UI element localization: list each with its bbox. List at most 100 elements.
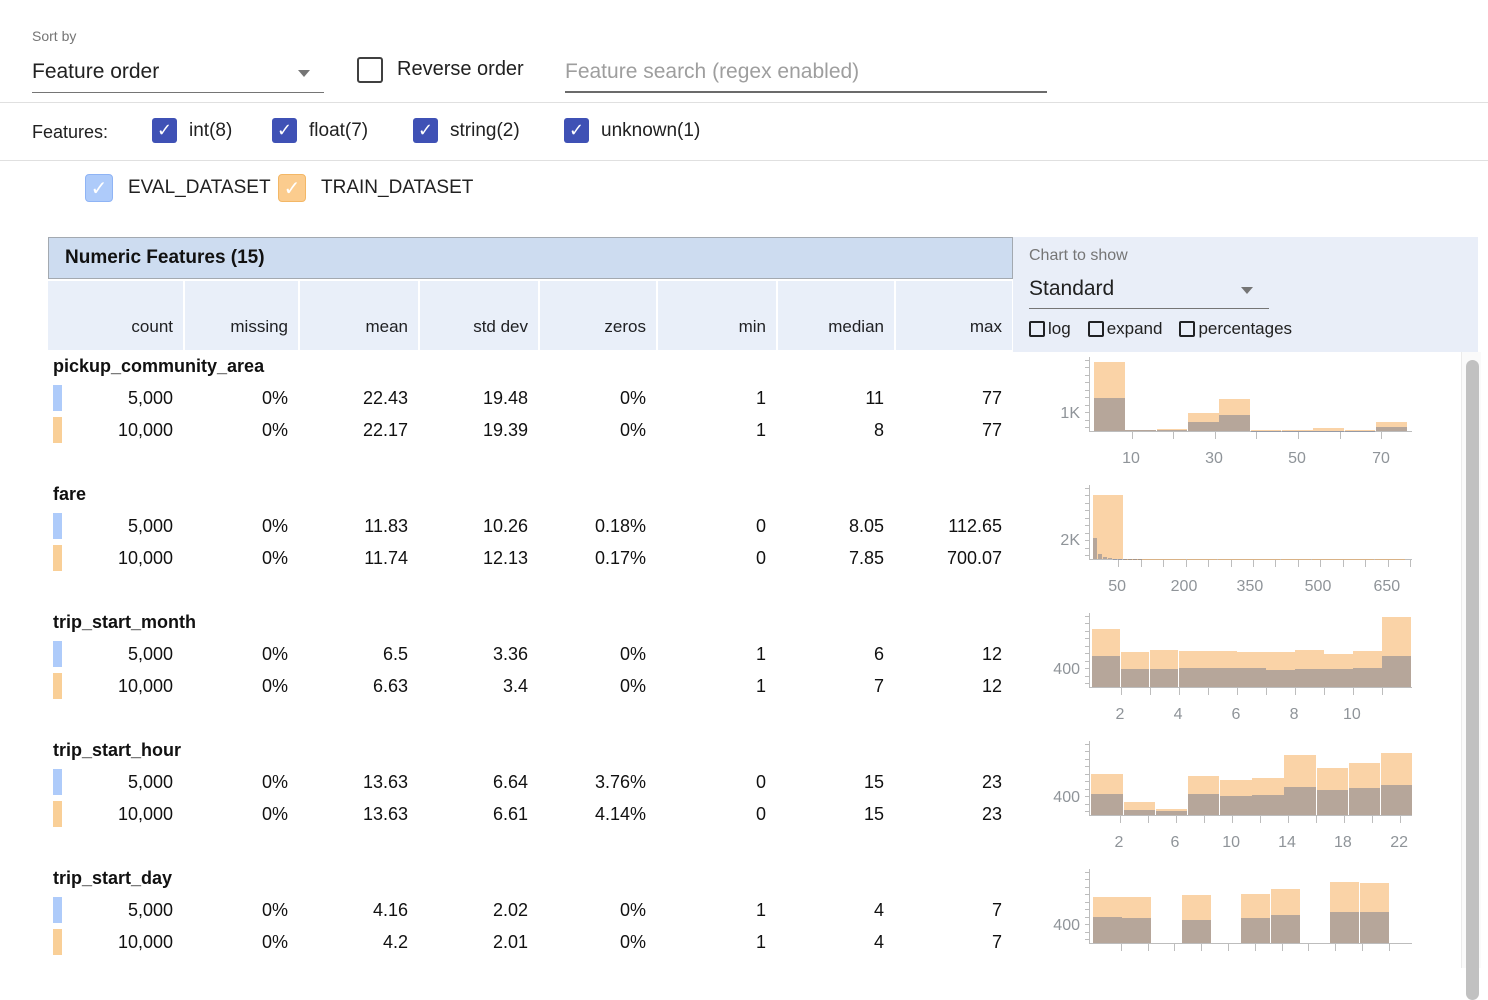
scrollbar-thumb[interactable] <box>1466 360 1479 1000</box>
stat-value-missing: 0% <box>185 516 298 537</box>
eval-histogram-bar <box>1360 912 1389 943</box>
chart-type-value: Standard <box>1029 277 1114 300</box>
column-header-std-dev: std dev <box>420 281 538 350</box>
column-header-count: count <box>48 281 183 350</box>
stat-value-count: 10,000 <box>48 420 183 441</box>
column-header-missing: missing <box>185 281 298 350</box>
dataset-toggle-eval_dataset[interactable]: ✓EVAL_DATASET <box>85 174 271 202</box>
eval-histogram-bar <box>1121 669 1150 687</box>
eval-histogram-bar <box>1179 668 1208 688</box>
x-axis-tick-label: 22 <box>1390 834 1408 852</box>
feature-block: fare5,0000%11.8310.260.18%08.05112.6510,… <box>48 480 1013 608</box>
plot-area <box>1089 357 1412 432</box>
eval-histogram-bar <box>1108 558 1113 559</box>
stat-value-zeros: 0% <box>540 420 656 441</box>
stat-value-mean: 22.17 <box>300 420 418 441</box>
dataset-color-swatch <box>53 417 62 443</box>
feature-name: trip_start_day <box>48 864 1013 894</box>
feature-name: trip_start_month <box>48 608 1013 638</box>
y-axis-label: 400 <box>1030 661 1080 679</box>
x-axis-tick-label: 4 <box>1174 706 1183 724</box>
dataset-color-swatch <box>53 641 62 667</box>
chart-type-select[interactable]: Standard <box>1029 273 1269 309</box>
stat-value-mean: 6.63 <box>300 676 418 697</box>
sort-by-select[interactable]: Feature order <box>32 55 324 93</box>
chart-controls-panel: Chart to show Standard log expand percenta… <box>1013 237 1478 352</box>
feature-block: trip_start_hour5,0000%13.636.643.76%0152… <box>48 736 1013 864</box>
stat-value-std-dev: 6.64 <box>420 772 538 793</box>
dataset-toggle-train_dataset[interactable]: ✓TRAIN_DATASET <box>278 174 473 202</box>
y-axis-label: 400 <box>1030 917 1080 935</box>
chart-option-percentages[interactable]: percentages <box>1179 319 1292 339</box>
stat-value-median: 6 <box>778 644 894 665</box>
stat-value-missing: 0% <box>185 388 298 409</box>
eval-histogram-bar <box>1125 430 1156 431</box>
checkbox-unchecked-icon <box>1088 321 1104 337</box>
stat-value-max: 77 <box>896 420 1012 441</box>
feature-search-placeholder: Feature search (regex enabled) <box>565 60 859 83</box>
feature-type-checkbox-float[interactable]: ✓float(7) <box>272 118 368 143</box>
chevron-down-icon <box>1241 287 1253 294</box>
dataset-color-swatch <box>53 545 62 571</box>
chart-option-label: expand <box>1107 319 1163 339</box>
stat-value-mean: 11.83 <box>300 516 418 537</box>
eval-histogram-bar <box>1317 790 1349 815</box>
stat-value-missing: 0% <box>185 932 298 953</box>
stat-value-missing: 0% <box>185 548 298 569</box>
column-header-zeros: zeros <box>540 281 656 350</box>
feature-type-label: float(7) <box>309 120 368 142</box>
reverse-order-label: Reverse order <box>397 58 524 81</box>
column-header-max: max <box>896 281 1012 350</box>
eval-histogram-bar <box>1092 656 1121 688</box>
stat-value-mean: 13.63 <box>300 772 418 793</box>
stat-value-median: 11 <box>778 388 894 409</box>
dataset-label: EVAL_DATASET <box>128 177 271 199</box>
stat-value-mean: 4.2 <box>300 932 418 953</box>
x-axis-tick-label: 70 <box>1372 450 1390 468</box>
feature-search-input[interactable]: Feature search (regex enabled) <box>565 55 1047 93</box>
eval-histogram-bar <box>1103 557 1108 559</box>
checkbox-checked-icon: ✓ <box>564 118 589 143</box>
stat-value-median: 8.05 <box>778 516 894 537</box>
x-axis-tick-label: 10 <box>1122 450 1140 468</box>
x-axis-tick-label: 6 <box>1170 834 1179 852</box>
chart-option-expand[interactable]: expand <box>1088 319 1163 339</box>
stats-row-eval_dataset: 5,0000%6.53.360%1612 <box>48 638 1013 670</box>
feature-block: trip_start_day5,0000%4.162.020%14710,000… <box>48 864 1013 992</box>
feature-type-checkbox-string[interactable]: ✓string(2) <box>413 118 520 143</box>
chevron-down-icon <box>298 70 310 77</box>
reverse-order-checkbox[interactable] <box>357 57 383 83</box>
x-axis-tick-label: 350 <box>1237 578 1264 596</box>
feature-rows: pickup_community_area5,0000%22.4319.480%… <box>48 352 1013 992</box>
feature-type-checkbox-unknown[interactable]: ✓unknown(1) <box>564 118 700 143</box>
dataset-label: TRAIN_DATASET <box>321 177 473 199</box>
chart-option-log[interactable]: log <box>1029 319 1071 339</box>
stat-value-median: 15 <box>778 772 894 793</box>
eval-histogram-bar <box>1382 656 1411 688</box>
dataset-color-swatch <box>53 801 62 827</box>
x-axis-tick-label: 500 <box>1305 578 1332 596</box>
checkbox-checked-icon: ✓ <box>152 118 177 143</box>
feature-type-checkbox-int[interactable]: ✓int(8) <box>152 118 232 143</box>
eval-histogram-bar <box>1381 785 1413 815</box>
stat-value-max: 7 <box>896 932 1012 953</box>
eval-histogram-bar <box>1252 795 1284 815</box>
x-axis-tick-label: 6 <box>1232 706 1241 724</box>
stat-value-min: 1 <box>658 388 776 409</box>
feature-block: trip_start_month5,0000%6.53.360%161210,0… <box>48 608 1013 736</box>
plot-area <box>1089 613 1412 688</box>
eval-histogram-bar <box>1220 796 1252 816</box>
feature-type-filter-row: Features: ✓int(8)✓float(7)✓string(2)✓unk… <box>0 104 1488 161</box>
vertical-scrollbar[interactable] <box>1461 352 1481 968</box>
chart-to-show-label: Chart to show <box>1029 247 1128 265</box>
stats-row-eval_dataset: 5,0000%22.4319.480%11177 <box>48 382 1013 414</box>
eval-histogram-bar <box>1188 422 1219 431</box>
stat-value-min: 1 <box>658 420 776 441</box>
x-axis-tick-label: 30 <box>1205 450 1223 468</box>
stat-value-std-dev: 19.48 <box>420 388 538 409</box>
y-axis-label: 2K <box>1030 532 1080 550</box>
eval-histogram-bar <box>1219 415 1250 431</box>
stat-value-median: 15 <box>778 804 894 825</box>
stat-value-min: 0 <box>658 804 776 825</box>
feature-charts: 1K103050702K5020035050065040024681040026… <box>1030 352 1450 992</box>
